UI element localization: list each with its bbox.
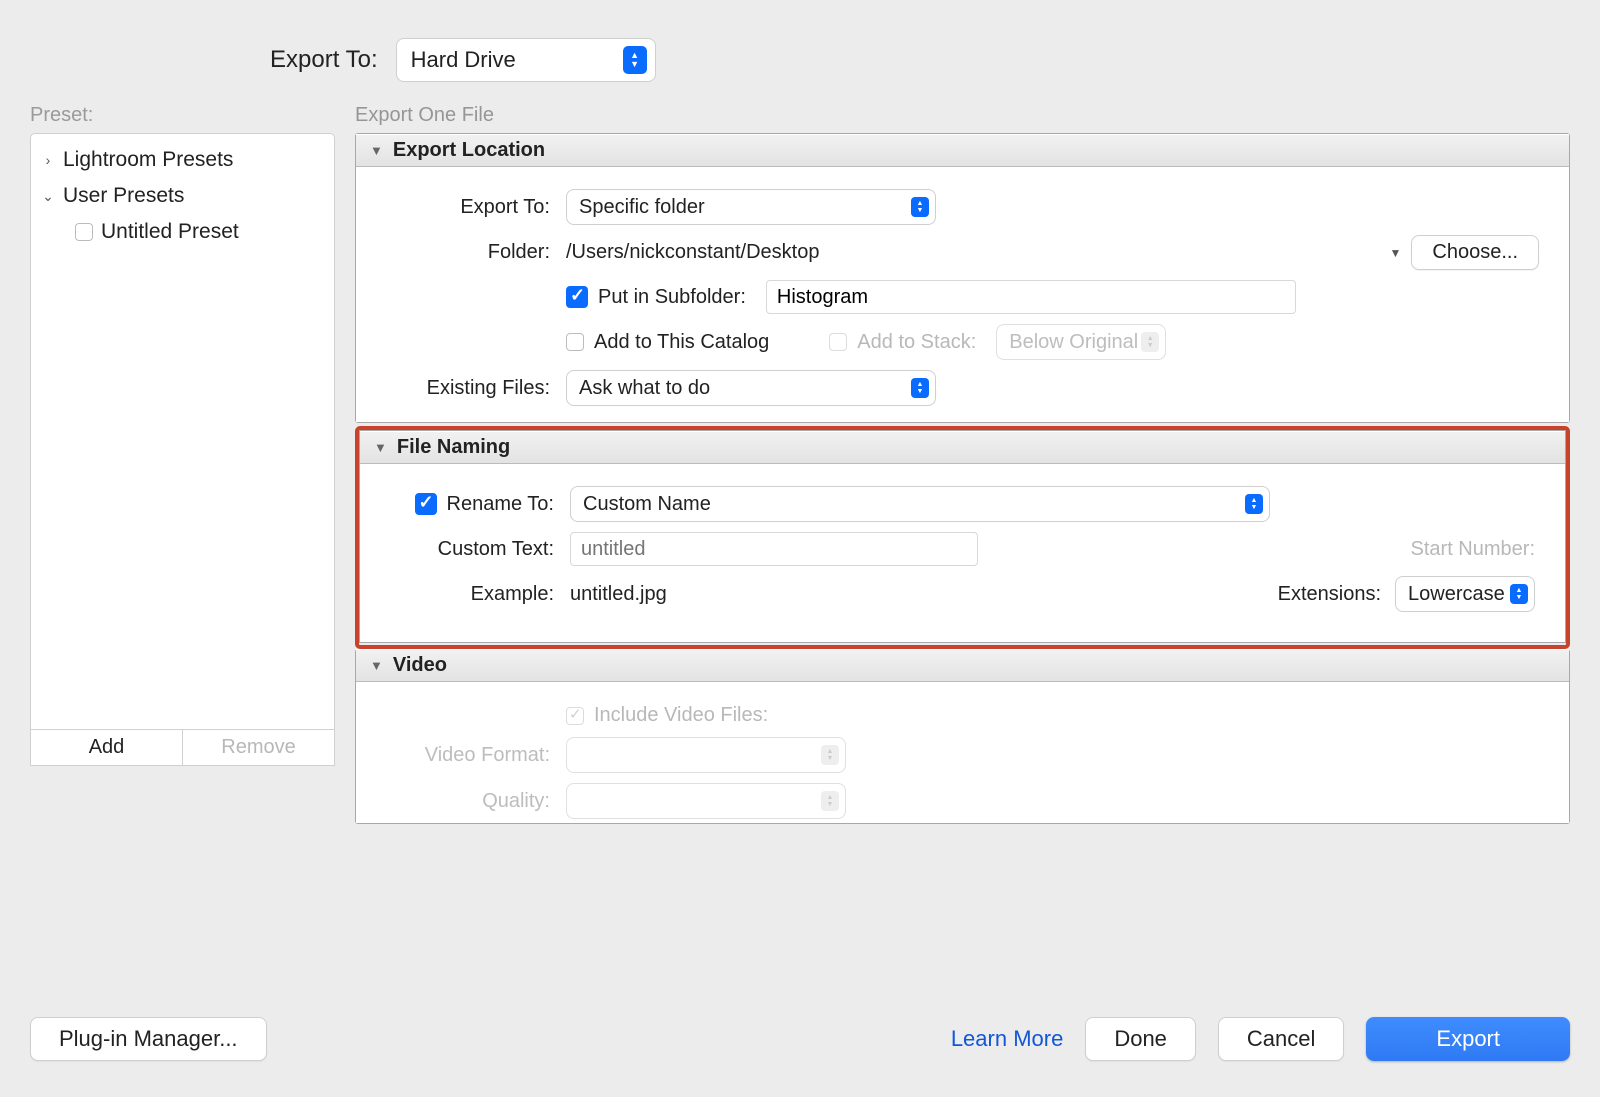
preset-item-untitled[interactable]: Untitled Preset	[37, 214, 328, 250]
section-title: File Naming	[397, 436, 510, 459]
add-catalog-label: Add to This Catalog	[594, 331, 769, 354]
loc-export-to-select[interactable]: Specific folder ▲▼	[566, 189, 936, 225]
section-title: Video	[393, 654, 447, 677]
extensions-label: Extensions:	[1278, 583, 1381, 606]
add-catalog-checkbox[interactable]	[566, 333, 584, 351]
export-to-label: Export To:	[270, 46, 378, 74]
preset-group-user[interactable]: ⌄ User Presets	[37, 178, 328, 214]
export-count-label: Export One File	[355, 104, 1570, 127]
stepper-icon: ▲▼	[911, 197, 929, 217]
folder-path: /Users/nickconstant/Desktop	[566, 241, 819, 264]
subfolder-input[interactable]	[766, 280, 1296, 314]
chevron-right-icon: ›	[41, 152, 55, 168]
extensions-value: Lowercase	[1408, 583, 1505, 606]
video-format-select: ▲▼	[566, 737, 846, 773]
export-to-select[interactable]: Hard Drive ▲▼	[396, 38, 656, 82]
loc-export-to-value: Specific folder	[579, 196, 705, 219]
example-label: Example:	[390, 583, 570, 606]
section-file-naming[interactable]: ▼ File Naming	[360, 431, 1565, 464]
stepper-icon: ▲▼	[623, 46, 647, 74]
rename-value: Custom Name	[583, 493, 711, 516]
add-stack-select: Below Original ▲▼	[996, 324, 1166, 360]
folder-label: Folder:	[386, 241, 566, 264]
done-button[interactable]: Done	[1085, 1017, 1196, 1061]
preset-group-lightroom[interactable]: › Lightroom Presets	[37, 142, 328, 178]
export-to-value: Hard Drive	[411, 47, 516, 73]
choose-button[interactable]: Choose...	[1411, 235, 1539, 270]
stepper-icon: ▲▼	[1245, 494, 1263, 514]
start-number-label: Start Number:	[1411, 538, 1535, 561]
stepper-icon: ▲▼	[821, 791, 839, 811]
add-stack-label: Add to Stack:	[857, 331, 976, 354]
loc-export-to-label: Export To:	[386, 196, 566, 219]
rename-checkbox[interactable]	[415, 493, 437, 515]
add-preset-button[interactable]: Add	[31, 730, 183, 765]
stepper-icon: ▲▼	[1141, 332, 1159, 352]
chevron-down-icon: ⌄	[41, 188, 55, 205]
preset-group-label: User Presets	[63, 184, 184, 208]
include-video-checkbox: ✓	[566, 707, 584, 725]
triangle-down-icon[interactable]: ▼	[1390, 246, 1402, 260]
existing-label: Existing Files:	[386, 377, 566, 400]
preset-heading: Preset:	[30, 104, 335, 127]
rename-select[interactable]: Custom Name ▲▼	[570, 486, 1270, 522]
plugin-manager-button[interactable]: Plug-in Manager...	[30, 1017, 267, 1061]
preset-item-label: Untitled Preset	[101, 220, 239, 244]
learn-more-link[interactable]: Learn More	[951, 1026, 1064, 1052]
existing-value: Ask what to do	[579, 377, 710, 400]
video-format-label: Video Format:	[386, 744, 566, 767]
section-video[interactable]: ▼ Video	[356, 649, 1569, 682]
preset-list: › Lightroom Presets ⌄ User Presets Untit…	[30, 133, 335, 730]
cancel-button[interactable]: Cancel	[1218, 1017, 1344, 1061]
rename-label: Rename To:	[447, 493, 554, 516]
custom-text-label: Custom Text:	[390, 538, 570, 561]
add-stack-value: Below Original	[1009, 331, 1138, 354]
triangle-down-icon: ▼	[374, 440, 387, 455]
triangle-down-icon: ▼	[370, 658, 383, 673]
include-video-label: Include Video Files:	[594, 704, 768, 727]
extensions-select[interactable]: Lowercase ▲▼	[1395, 576, 1535, 612]
video-quality-select: ▲▼	[566, 783, 846, 819]
subfolder-label: Put in Subfolder:	[598, 286, 746, 309]
subfolder-checkbox[interactable]	[566, 286, 588, 308]
video-quality-label: Quality:	[386, 790, 566, 813]
stepper-icon: ▲▼	[821, 745, 839, 765]
stepper-icon: ▲▼	[1510, 584, 1528, 604]
add-stack-checkbox	[829, 333, 847, 351]
triangle-down-icon: ▼	[370, 143, 383, 158]
example-value: untitled.jpg	[570, 583, 667, 606]
section-title: Export Location	[393, 139, 545, 162]
preset-group-label: Lightroom Presets	[63, 148, 233, 172]
custom-text-input[interactable]	[570, 532, 978, 566]
section-export-location[interactable]: ▼ Export Location	[356, 134, 1569, 167]
remove-preset-button: Remove	[183, 730, 334, 765]
export-button[interactable]: Export	[1366, 1017, 1570, 1061]
checkbox-icon[interactable]	[75, 223, 93, 241]
existing-select[interactable]: Ask what to do ▲▼	[566, 370, 936, 406]
stepper-icon: ▲▼	[911, 378, 929, 398]
